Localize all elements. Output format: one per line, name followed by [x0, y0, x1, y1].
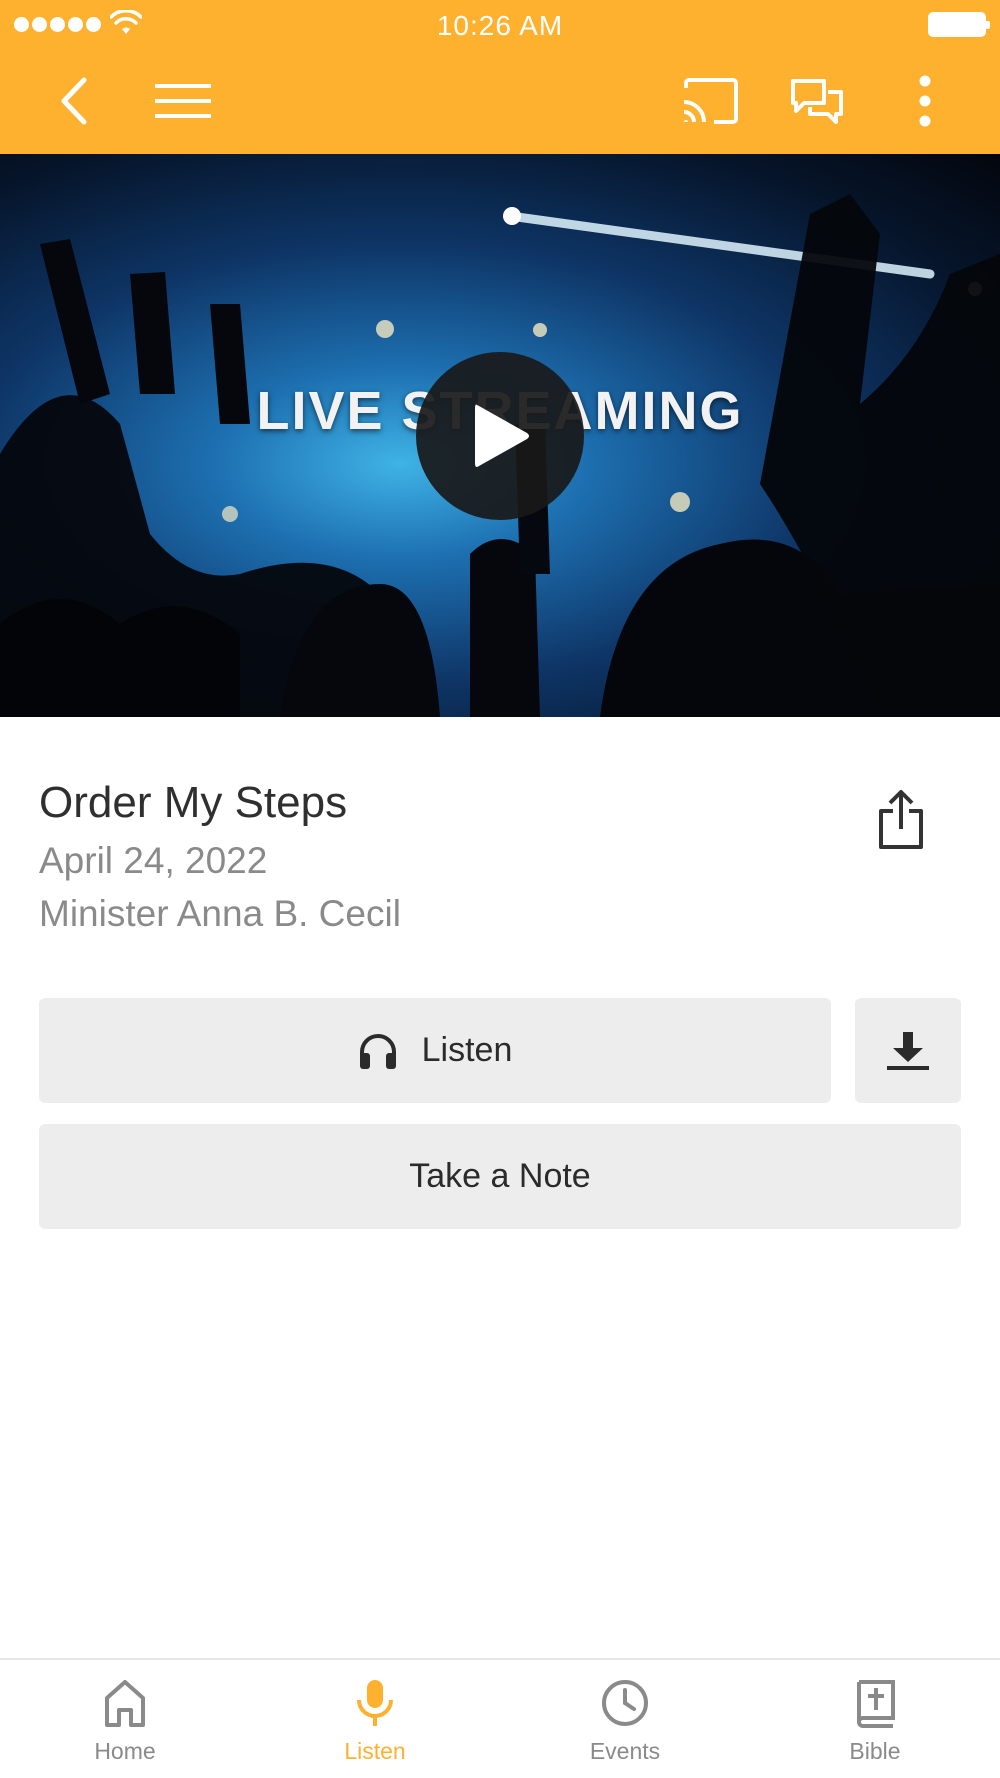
bible-icon — [857, 1680, 895, 1728]
tab-listen-label: Listen — [344, 1738, 406, 1764]
cast-icon — [683, 78, 738, 124]
menu-icon — [155, 84, 211, 118]
home-icon — [105, 1680, 145, 1727]
back-button[interactable] — [48, 68, 100, 134]
chat-icon — [791, 79, 843, 124]
status-time: 10:26 AM — [436, 10, 564, 41]
clock-icon — [602, 1680, 648, 1726]
share-button[interactable] — [870, 784, 932, 856]
menu-button[interactable] — [150, 68, 216, 134]
status-bar: 10:26 AM — [0, 0, 1000, 50]
tab-home-label: Home — [94, 1738, 156, 1764]
battery-icon — [928, 12, 990, 37]
download-icon — [887, 1031, 929, 1070]
play-icon — [475, 404, 529, 467]
listen-button-label: Listen — [421, 1031, 513, 1069]
take-a-note-label: Take a Note — [409, 1157, 591, 1195]
tab-listen[interactable]: Listen — [275, 1678, 475, 1765]
tab-bible-label: Bible — [849, 1738, 901, 1764]
tab-bible[interactable]: Bible — [775, 1678, 975, 1765]
tab-home[interactable]: Home — [25, 1678, 225, 1765]
top-bar: 10:26 AM — [0, 0, 1000, 154]
headphones-icon — [359, 1033, 396, 1069]
sermon-speaker: Minister Anna B. Cecil — [39, 893, 401, 934]
listen-button[interactable]: Listen — [39, 998, 831, 1103]
chat-button[interactable] — [784, 68, 850, 134]
play-button[interactable] — [416, 352, 584, 520]
more-options-button[interactable] — [900, 68, 950, 134]
share-icon — [879, 790, 923, 849]
download-button[interactable] — [855, 998, 961, 1103]
tab-events[interactable]: Events — [525, 1678, 725, 1765]
more-vertical-icon — [919, 75, 931, 127]
bottom-tab-bar: Home Listen Events Bible — [0, 1658, 1000, 1778]
tab-events-label: Events — [589, 1738, 661, 1764]
take-a-note-button[interactable]: Take a Note — [39, 1124, 961, 1229]
microphone-icon — [357, 1680, 393, 1726]
sermon-date: April 24, 2022 — [39, 840, 268, 881]
video-player[interactable]: LIVE STREAMING — [0, 154, 1000, 717]
back-icon — [61, 77, 87, 125]
sermon-title: Order My Steps — [39, 778, 348, 827]
cast-button[interactable] — [678, 68, 744, 134]
